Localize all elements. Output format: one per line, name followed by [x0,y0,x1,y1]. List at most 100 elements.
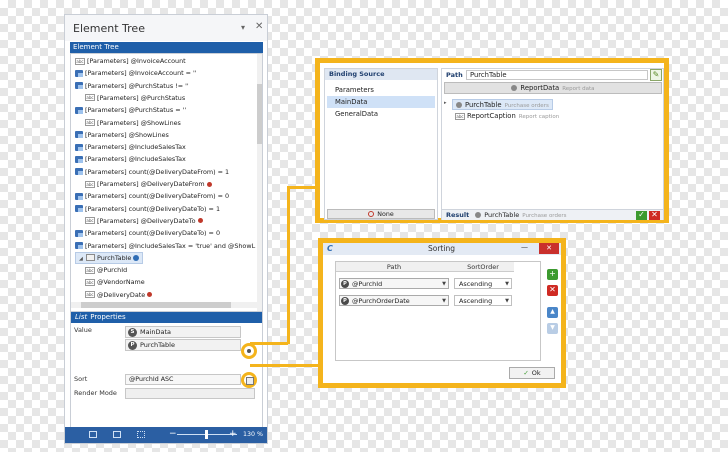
tree-node-label: [Parameters] @PurchStatus [97,93,186,102]
close-icon[interactable]: ✕ [539,243,559,254]
tree-node[interactable]: [Parameters] @PurchStatus = '' [75,104,186,116]
tree-node[interactable]: abc [Parameters] @DeliveryDateTo [85,215,203,227]
sort-order-select[interactable]: Ascending ▼ [454,295,512,306]
binding-source-generaldata[interactable]: GeneralData [327,108,435,120]
node-label: ReportCaption [467,112,516,120]
tree-node[interactable]: [Parameters] @ShowLines [75,129,169,141]
binding-source-maindata[interactable]: MainData [327,96,435,108]
tree-scroll-thumb[interactable] [257,84,262,144]
sort-order-text: Ascending [459,297,493,305]
render-mode-select[interactable] [125,388,255,399]
binding-source-parameters[interactable]: Parameters [327,84,435,96]
report-data-bar[interactable]: ReportData Report data [444,82,662,94]
tree-node[interactable]: [Parameters] @IncludeSalesTax [75,153,186,165]
connector-line [250,342,288,345]
path-label: Path [446,71,463,79]
tree-node[interactable]: [Parameters] count(@DeliveryDateTo) = 0 [75,227,220,239]
tree-node[interactable]: [Parameters] @IncludeSalesTax [75,141,186,153]
text-field-icon: abc [85,119,95,126]
value-binding-button[interactable] [241,343,257,359]
element-tree[interactable]: abc [Parameters] @InvoiceAccount [Paramete… [70,53,263,315]
parameter-condition-icon [75,143,83,151]
value-source-maindata[interactable]: S MainData [125,326,241,338]
ok-label: Ok [531,369,541,377]
value-label: Value [74,326,92,334]
sort-field[interactable]: @PurchId ASC [125,374,241,385]
text-field-icon: abc [85,180,95,188]
path-input[interactable]: PurchTable [466,70,648,80]
element-tree-header: Element Tree [70,42,263,53]
tree-horizontal-scrollbar[interactable] [71,302,257,308]
zoom-slider-thumb[interactable] [205,430,208,439]
parameter-condition-icon [75,155,83,163]
fit-icon[interactable] [137,431,145,438]
close-icon[interactable]: ✕ [255,21,263,32]
sort-path-select[interactable]: P @PurchOrderDate ▼ [339,295,449,306]
add-sort-button[interactable]: + [547,269,558,280]
tree-node[interactable]: [Parameters] @PurchStatus != '' [75,80,189,92]
node-description: Purchase orders [504,103,549,109]
value-source-text: PurchTable [140,341,175,349]
tree-hscroll-thumb[interactable] [81,302,231,308]
minimize-icon[interactable]: — [521,243,528,251]
page-icon[interactable] [113,431,121,438]
cancel-button[interactable]: ✕ [649,211,660,220]
ok-button[interactable]: ✓ Ok [509,367,555,379]
result-bar: Result PurchTable Purchase orders ✓ ✕ [442,209,663,220]
tree-node[interactable]: [Parameters] count(@DeliveryDateFrom) = … [75,190,229,202]
tree-node-label: [Parameters] @IncludeSalesTax = 'true' a… [85,241,256,250]
tree-node-label: [Parameters] @ShowLines [97,118,181,127]
column-header-path: Path [336,262,452,272]
remove-sort-button[interactable]: ✕ [547,285,558,296]
zoom-out-button[interactable]: − [169,429,177,439]
zoom-in-button[interactable]: + [229,429,237,439]
tree-node-label: [Parameters] @PurchStatus != '' [85,81,189,90]
binding-path-panel: Path PurchTable ✎ ReportData Report data … [441,68,664,220]
result-value: PurchTable [484,211,520,219]
binding-source-window: Binding Source Parameters MainData Gener… [315,58,669,223]
sort-edit-button[interactable] [241,372,257,388]
path-node-purchtable[interactable]: PurchTable Purchase orders [452,99,553,110]
tree-node[interactable]: [Parameters] count(@DeliveryDateFrom) = … [75,166,229,178]
parameter-condition-icon [75,69,83,77]
report-data-description: Report data [562,86,595,92]
value-source-purchtable[interactable]: P PurchTable [125,339,241,351]
tree-node[interactable]: abc @VendorName [85,276,145,288]
tree-node[interactable]: ◢ PurchTable [75,251,144,264]
tree-vertical-scrollbar[interactable] [257,54,262,314]
parameter-condition-icon [75,205,83,213]
path-badge-icon: P [341,297,349,305]
tree-node[interactable]: abc [Parameters] @DeliveryDateFrom [85,178,212,190]
tree-node[interactable]: abc @DeliveryDate [85,289,153,301]
parameter-condition-icon [75,192,83,200]
tree-node[interactable]: abc [Parameters] @PurchStatus [85,92,185,104]
node-description: Report caption [518,114,560,120]
tree-node[interactable]: [Parameters] count(@DeliveryDateTo) = 1 [75,203,220,215]
path-badge-icon: P [341,280,349,288]
move-down-button[interactable]: ▼ [547,323,558,334]
tree-node-label: [Parameters] count(@DeliveryDateFrom) = … [85,192,230,201]
text-field-icon: abc [85,291,95,299]
sort-path-select[interactable]: P @PurchId ▼ [339,278,449,289]
move-up-button[interactable]: ▲ [547,307,558,318]
expander-icon[interactable]: ◢ [79,254,86,264]
parameter-condition-icon [75,82,83,90]
tree-node[interactable]: abc [Parameters] @InvoiceAccount [75,55,186,67]
tree-node[interactable]: abc [Parameters] @ShowLines [85,117,181,129]
ok-check-button[interactable]: ✓ [636,211,647,220]
tree-node[interactable]: [Parameters] @IncludeSalesTax = 'true' a… [75,240,255,252]
tree-node[interactable]: abc @PurchId [85,264,127,276]
expander-icon[interactable]: ▸ [444,100,447,106]
book-icon[interactable] [89,431,97,438]
report-data-label: ReportData [520,84,560,92]
pin-icon[interactable]: ▾ [241,23,245,32]
tree-node[interactable]: [Parameters] @InvoiceAccount = '' [75,67,197,79]
sort-order-text: Ascending [459,280,493,288]
path-node-reportcaption[interactable]: abc ReportCaption Report caption [452,111,562,122]
edit-path-button[interactable]: ✎ [650,69,662,81]
sort-order-select[interactable]: Ascending ▼ [454,278,512,289]
sort-path-text: @PurchOrderDate [352,297,410,305]
text-field-icon: abc [85,94,95,102]
none-button[interactable]: None [327,209,435,219]
parameter-condition-icon [75,242,83,249]
